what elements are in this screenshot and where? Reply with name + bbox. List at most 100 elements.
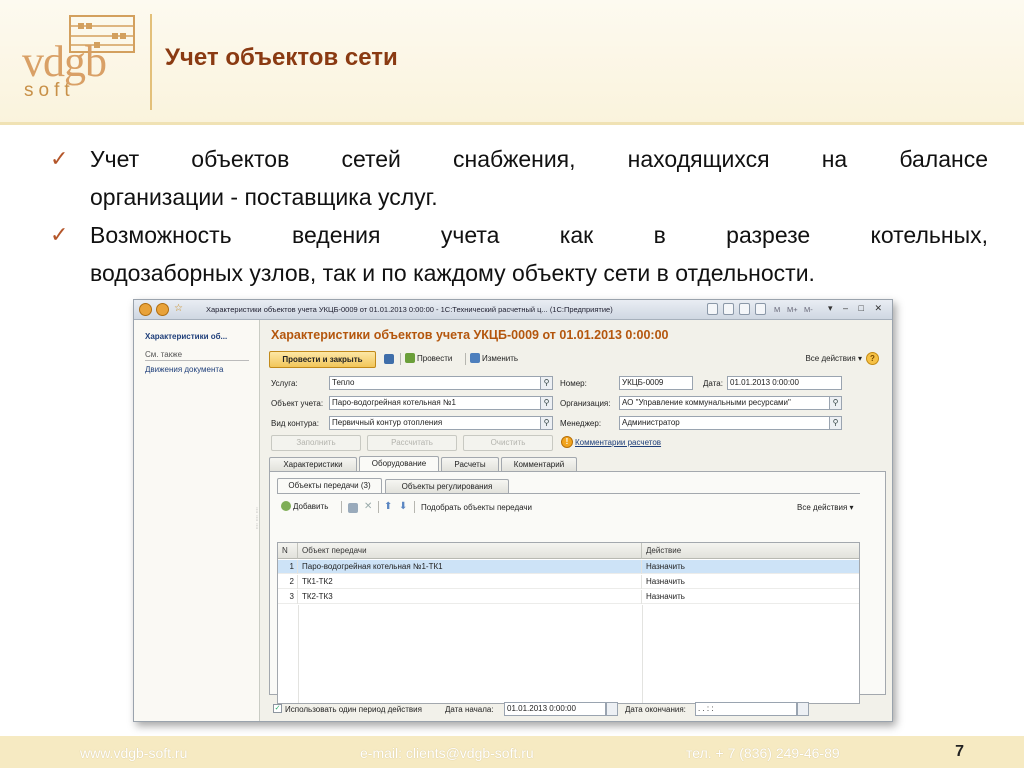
column-divider	[298, 605, 299, 703]
window-title: Характеристики объектов учета УКЦБ-0009 …	[206, 305, 613, 314]
pick-transfer-objects-button[interactable]: Подобрать объекты передачи	[421, 502, 532, 514]
row-action: Назначить	[646, 577, 685, 586]
tab-characteristics[interactable]: Характеристики	[269, 457, 357, 471]
row-number: 3	[278, 590, 298, 604]
splitter-grip[interactable]: ⁞ ⁞ ⁞	[256, 508, 258, 532]
tab-regulation-objects[interactable]: Объекты регулирования	[385, 479, 509, 493]
calculate-button[interactable]: Рассчитать	[367, 435, 457, 451]
edit-icon	[470, 353, 480, 363]
date-label: Дата:	[703, 379, 723, 388]
search-icon[interactable]: ⚲	[540, 396, 553, 410]
logo-brand: vdgb	[22, 37, 107, 86]
app-logo-icon[interactable]	[139, 303, 152, 316]
row-object: Паро-водогрейная котельная №1-ТК1	[298, 560, 642, 574]
memory-button[interactable]: M	[774, 305, 780, 314]
calendar-icon[interactable]	[606, 702, 618, 716]
organization-field[interactable]: АО "Управление коммунальными ресурсами"	[619, 396, 830, 410]
search-icon[interactable]: ⚲	[829, 396, 842, 410]
start-date-label: Дата начала:	[445, 705, 494, 714]
save-icon[interactable]	[384, 354, 394, 364]
list-icon[interactable]	[739, 303, 750, 315]
table-row[interactable]: 3 ТК2-ТК3 Назначить	[278, 590, 859, 604]
post-and-close-button[interactable]: Провести и закрыть	[269, 351, 376, 368]
all-actions-menu[interactable]: Все действия ▾	[797, 502, 854, 514]
bullet-line: Учет объектов сетей снабжения, находящих…	[90, 146, 988, 172]
toolbar-separator	[341, 501, 342, 513]
edit-button[interactable]: Изменить	[470, 353, 518, 365]
use-one-period-checkbox[interactable]: ✓	[273, 704, 282, 713]
bullet-line: организации - поставщика услуг.	[90, 184, 438, 210]
slide-title: Учет объектов сети	[165, 44, 398, 71]
column-header-n[interactable]: N	[278, 543, 298, 559]
checkmark-icon: ✓	[50, 146, 69, 171]
row-action: Назначить	[646, 592, 685, 601]
post-icon	[405, 353, 415, 363]
favorite-star-icon[interactable]: ☆	[174, 303, 183, 314]
column-divider	[642, 605, 643, 703]
add-button[interactable]: Добавить	[281, 501, 328, 513]
manager-label: Менеджер:	[560, 419, 602, 428]
column-header-action[interactable]: Действие	[642, 543, 859, 559]
move-up-icon[interactable]: ⬆	[384, 501, 392, 512]
logo-sub: soft	[24, 80, 75, 101]
page-number: 7	[955, 743, 964, 760]
end-date-field[interactable]: . . : :	[695, 702, 797, 716]
tab-comment[interactable]: Комментарий	[501, 457, 577, 471]
edit-label: Изменить	[482, 354, 519, 363]
document-icon[interactable]	[723, 303, 734, 315]
copy-icon[interactable]	[348, 503, 358, 513]
fill-button[interactable]: Заполнить	[271, 435, 361, 451]
start-date-field[interactable]: 01.01.2013 0:00:00	[504, 702, 606, 716]
memory-sub-button[interactable]: M-	[804, 305, 813, 314]
header-divider	[150, 14, 152, 110]
search-icon[interactable]: ⚲	[540, 416, 553, 430]
number-field[interactable]: УКЦБ-0009	[619, 376, 693, 390]
add-icon	[281, 501, 291, 511]
help-icon[interactable]: ?	[866, 352, 879, 365]
table-row[interactable]: 1 Паро-водогрейная котельная №1-ТК1 Назн…	[278, 560, 859, 574]
memory-add-button[interactable]: M+	[787, 305, 798, 314]
calculator-icon[interactable]	[755, 303, 766, 315]
period-row: ✓ Использовать один период действия Дата…	[269, 701, 886, 721]
all-actions-menu[interactable]: Все действия ▾	[805, 354, 862, 363]
nav-item-document-movements[interactable]: Движения документа	[145, 365, 223, 374]
service-field[interactable]: Тепло	[329, 376, 542, 390]
see-also-label: См. также	[145, 350, 249, 361]
object-field[interactable]: Паро-водогрейная котельная №1	[329, 396, 542, 410]
delete-icon[interactable]: ✕	[364, 501, 372, 512]
post-button[interactable]: Провести	[405, 353, 452, 365]
calc-comments-link[interactable]: Комментарии расчетов	[575, 438, 661, 447]
nav-item-characteristics[interactable]: Характеристики об...	[145, 332, 227, 341]
tab-equipment[interactable]: Оборудование	[359, 456, 439, 471]
footer-phone: тел. + 7 (836) 249-46-89	[686, 745, 840, 761]
bullet-list: ✓ Учет объектов сетей снабжения, находящ…	[48, 140, 988, 292]
manager-field[interactable]: Администратор	[619, 416, 830, 430]
date-field[interactable]: 01.01.2013 0:00:00	[727, 376, 842, 390]
service-label: Услуга:	[271, 379, 298, 388]
search-icon[interactable]: ⚲	[540, 376, 553, 390]
bullet-line: Возможность ведения учета как в разрезе …	[90, 222, 988, 248]
contour-field[interactable]: Первичный контур отопления	[329, 416, 542, 430]
move-down-icon[interactable]: ⬇	[399, 501, 407, 512]
gear-icon[interactable]	[707, 303, 718, 315]
tab-calculations[interactable]: Расчеты	[441, 457, 499, 471]
search-icon[interactable]: ⚲	[829, 416, 842, 430]
table-row[interactable]: 2 ТК1-ТК2 Назначить	[278, 575, 859, 589]
row-action: Назначить	[646, 562, 685, 571]
checkmark-icon: ✓	[50, 222, 69, 247]
footer-email[interactable]: e-mail: clients@vdgb-soft.ru	[360, 745, 534, 761]
footer-website[interactable]: www.vdgb-soft.ru	[80, 745, 187, 761]
back-icon[interactable]	[156, 303, 169, 316]
toolbar-separator	[378, 501, 379, 513]
toolbar-separator	[414, 501, 415, 513]
column-header-object[interactable]: Объект передачи	[298, 543, 642, 559]
calendar-icon[interactable]	[797, 702, 809, 716]
contour-label: Вид контура:	[271, 419, 319, 428]
number-label: Номер:	[560, 379, 587, 388]
object-label: Объект учета:	[271, 399, 324, 408]
window-controls[interactable]: ▾ – □ ✕	[828, 303, 886, 314]
post-label: Провести	[417, 354, 453, 363]
vdgb-logo: vdgb soft	[22, 14, 142, 106]
clear-button[interactable]: Очистить	[463, 435, 553, 451]
tab-transfer-objects[interactable]: Объекты передачи (3)	[277, 478, 382, 493]
